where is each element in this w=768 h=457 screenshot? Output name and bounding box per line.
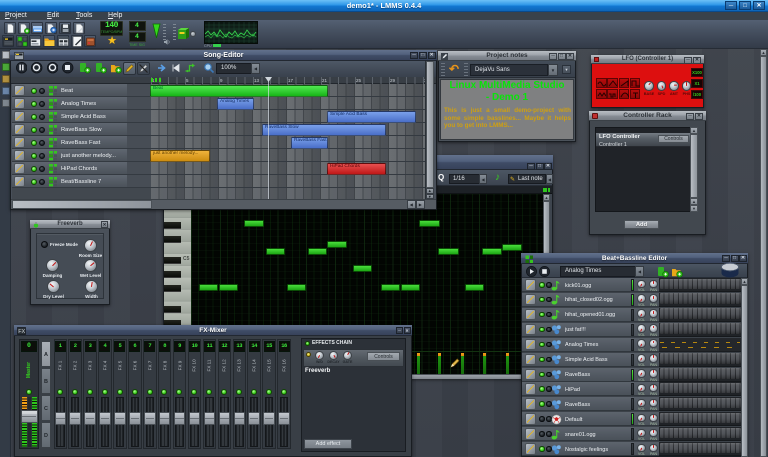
svg-text:FX: FX bbox=[18, 329, 25, 335]
